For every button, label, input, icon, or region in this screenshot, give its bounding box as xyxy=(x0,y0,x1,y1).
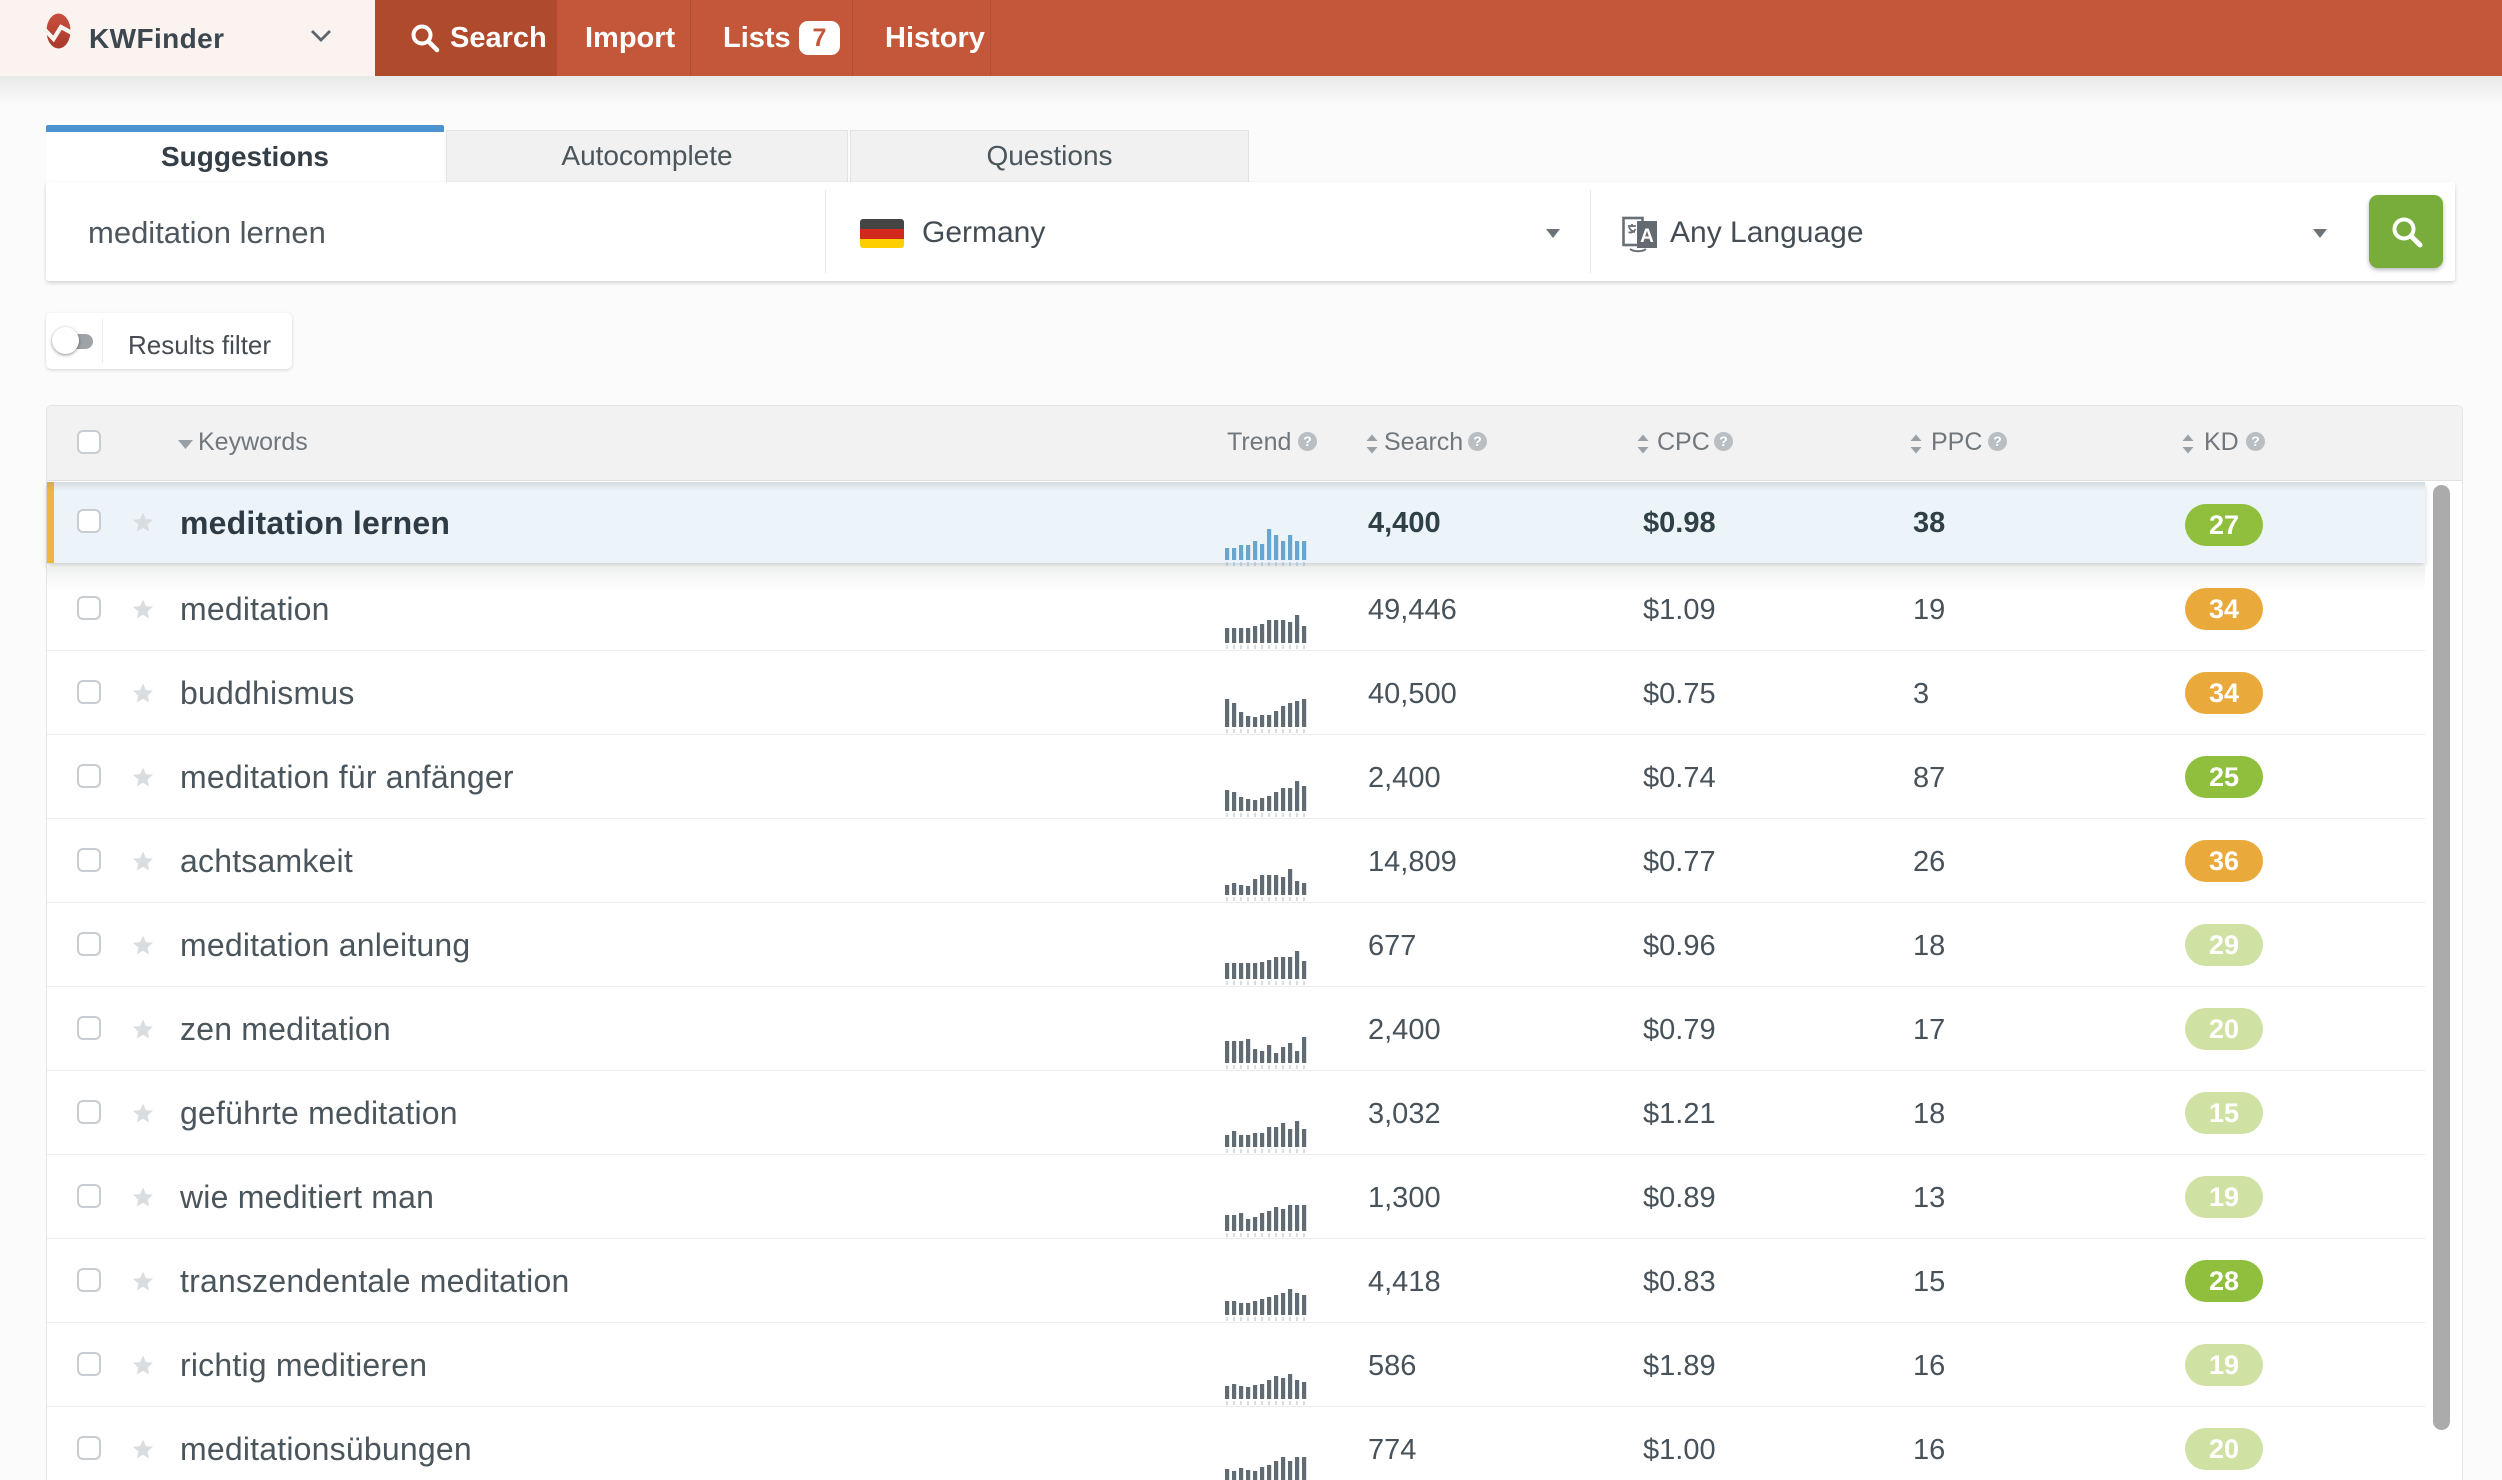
svg-text:A: A xyxy=(1640,226,1654,247)
